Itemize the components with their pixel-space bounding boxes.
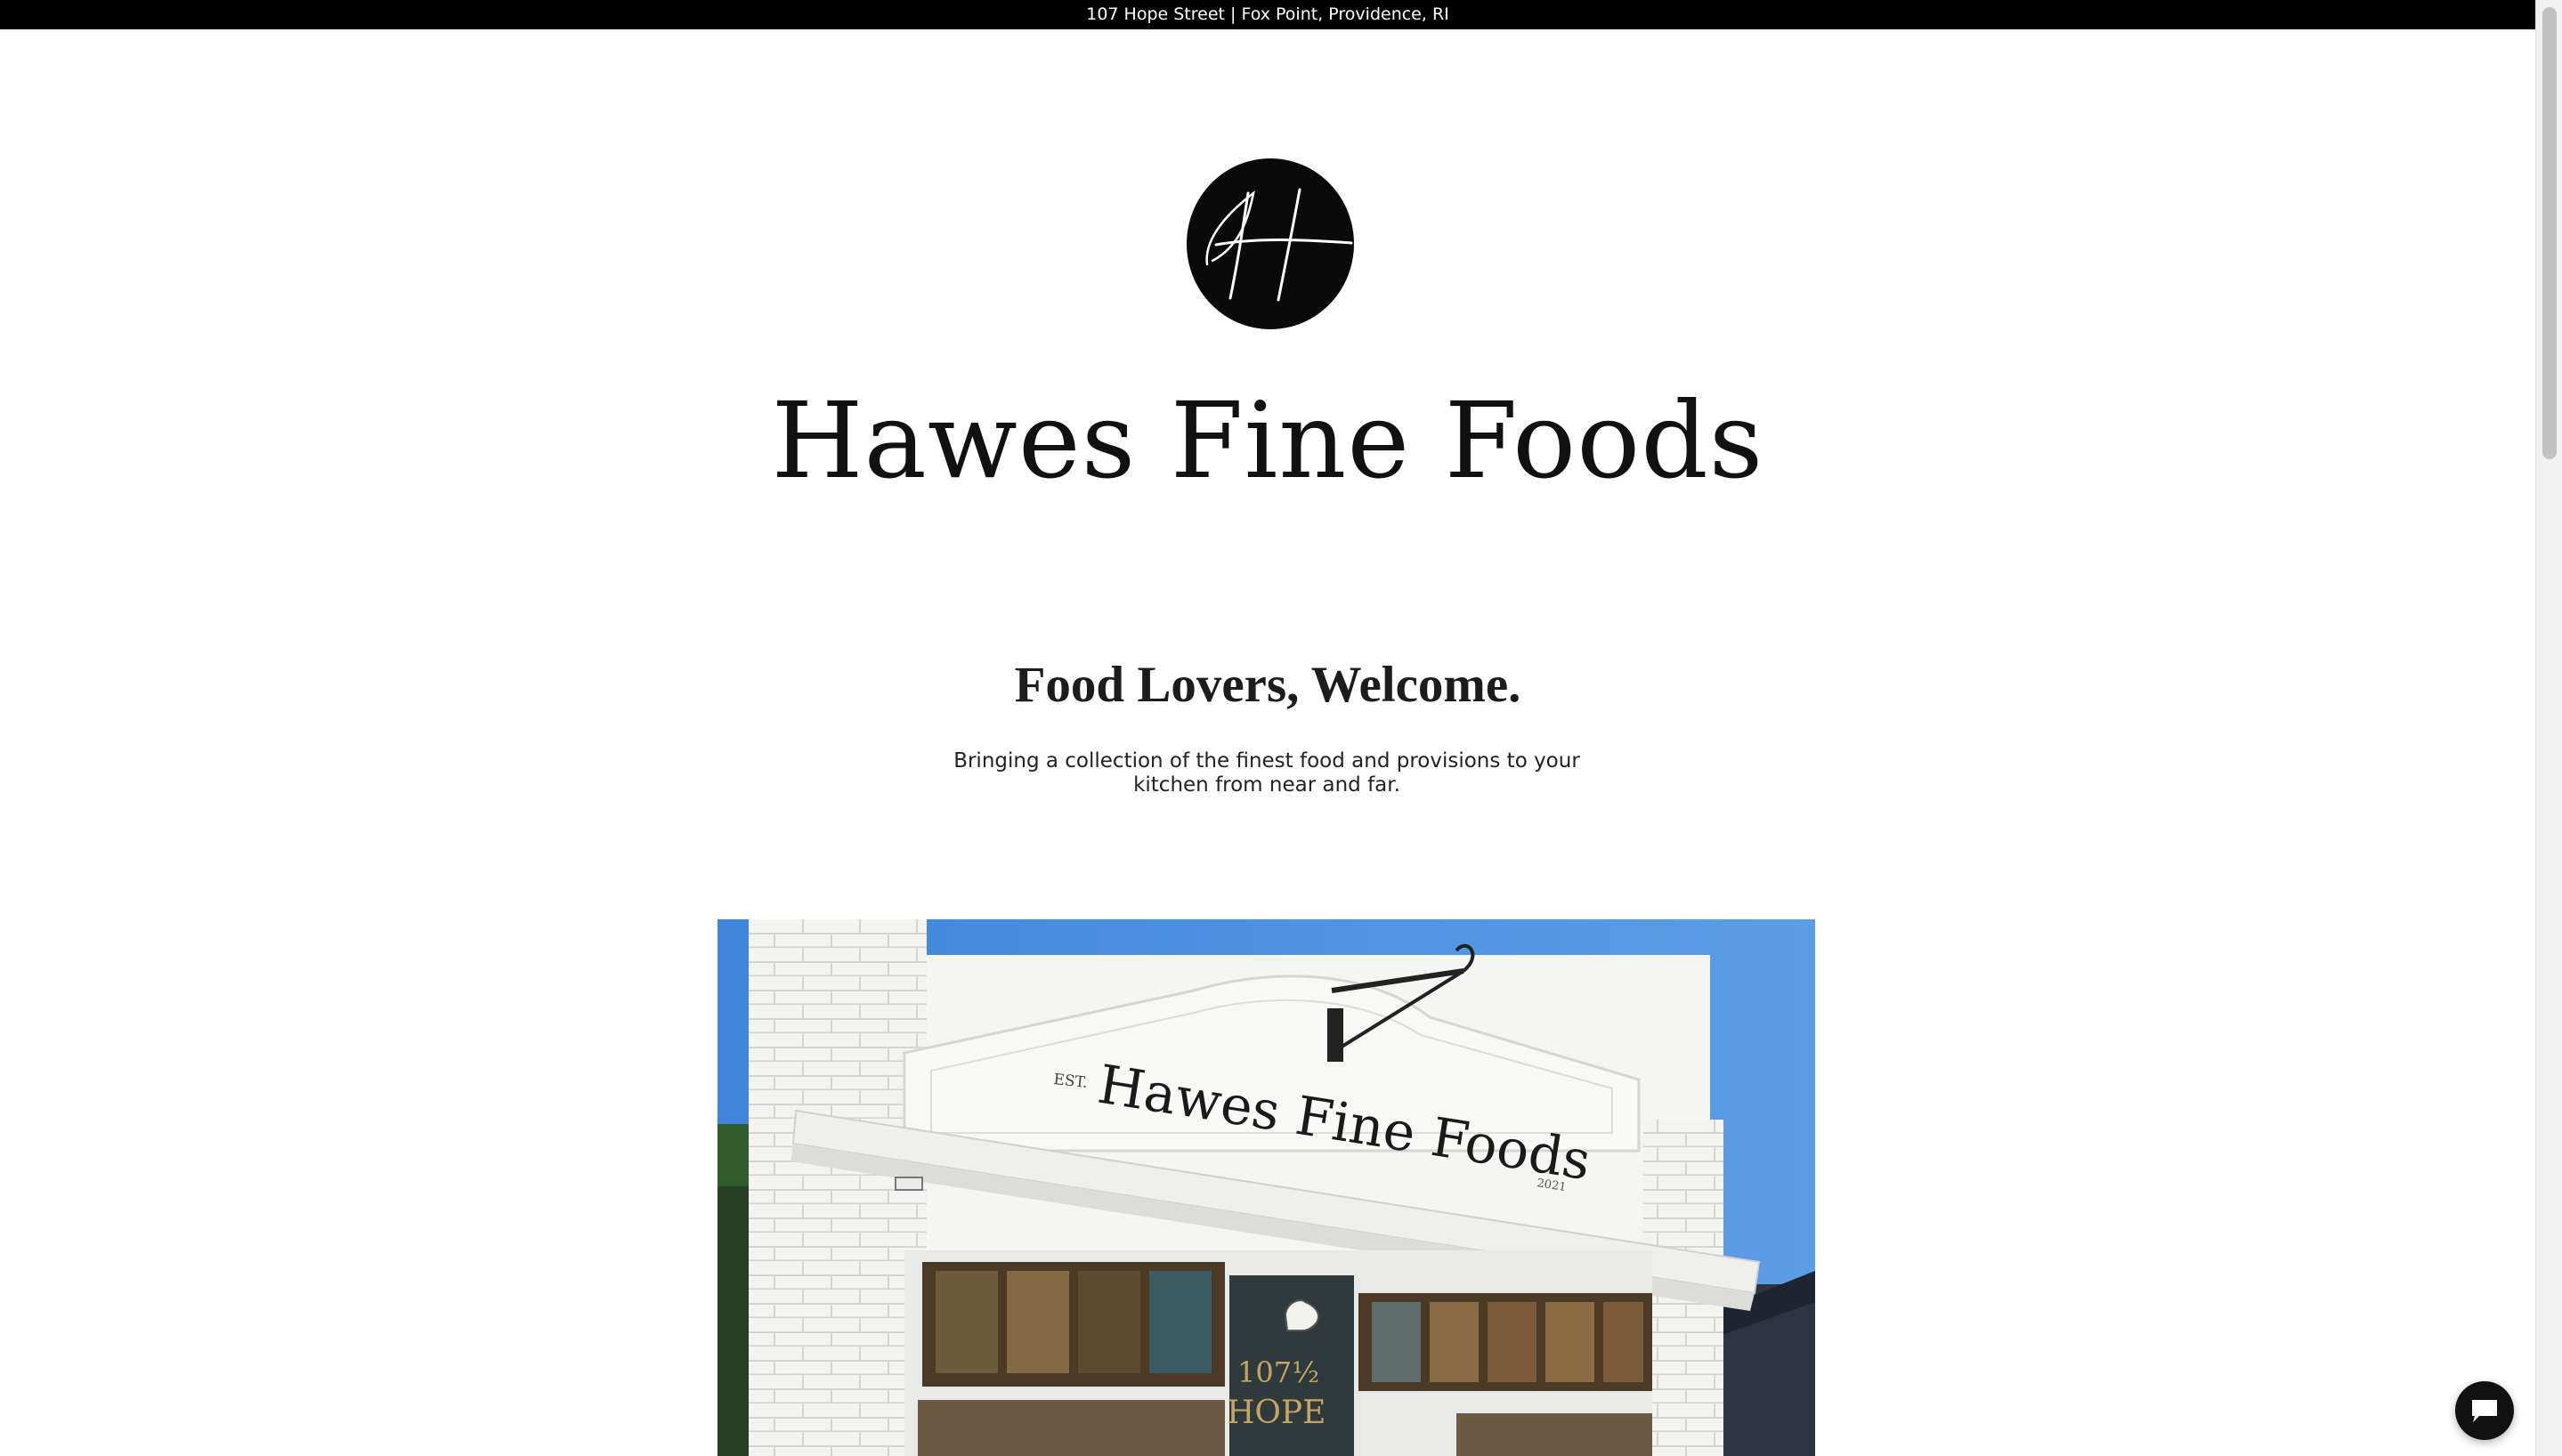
announcement-bar: 107 Hope Street | Fox Point, Providence,… (0, 0, 2535, 29)
store-address: 107 Hope Street | Fox Point, Providence,… (1086, 4, 1449, 24)
hf-monogram-logo-icon[interactable] (1186, 158, 1355, 330)
intro-paragraph: Bringing a collection of the finest food… (953, 749, 1580, 797)
site-title[interactable]: Hawes Fine Foods (0, 369, 2535, 512)
chat-button[interactable] (2455, 1381, 2514, 1440)
door-street-text: HOPE (1227, 1395, 1326, 1431)
scrollbar-thumb[interactable] (2542, 7, 2557, 459)
chat-bubble-icon (2472, 1400, 2497, 1422)
door-number-text: 107½ (1237, 1355, 1319, 1389)
scrollbar[interactable] (2535, 0, 2562, 1456)
sign-est-text: EST. (1052, 1071, 1088, 1092)
welcome-heading: Food Lovers, Welcome. (1014, 657, 1521, 713)
hero-storefront-image: EST. Hawes Fine Foods 2021 107½ HOPE (718, 919, 1815, 1456)
